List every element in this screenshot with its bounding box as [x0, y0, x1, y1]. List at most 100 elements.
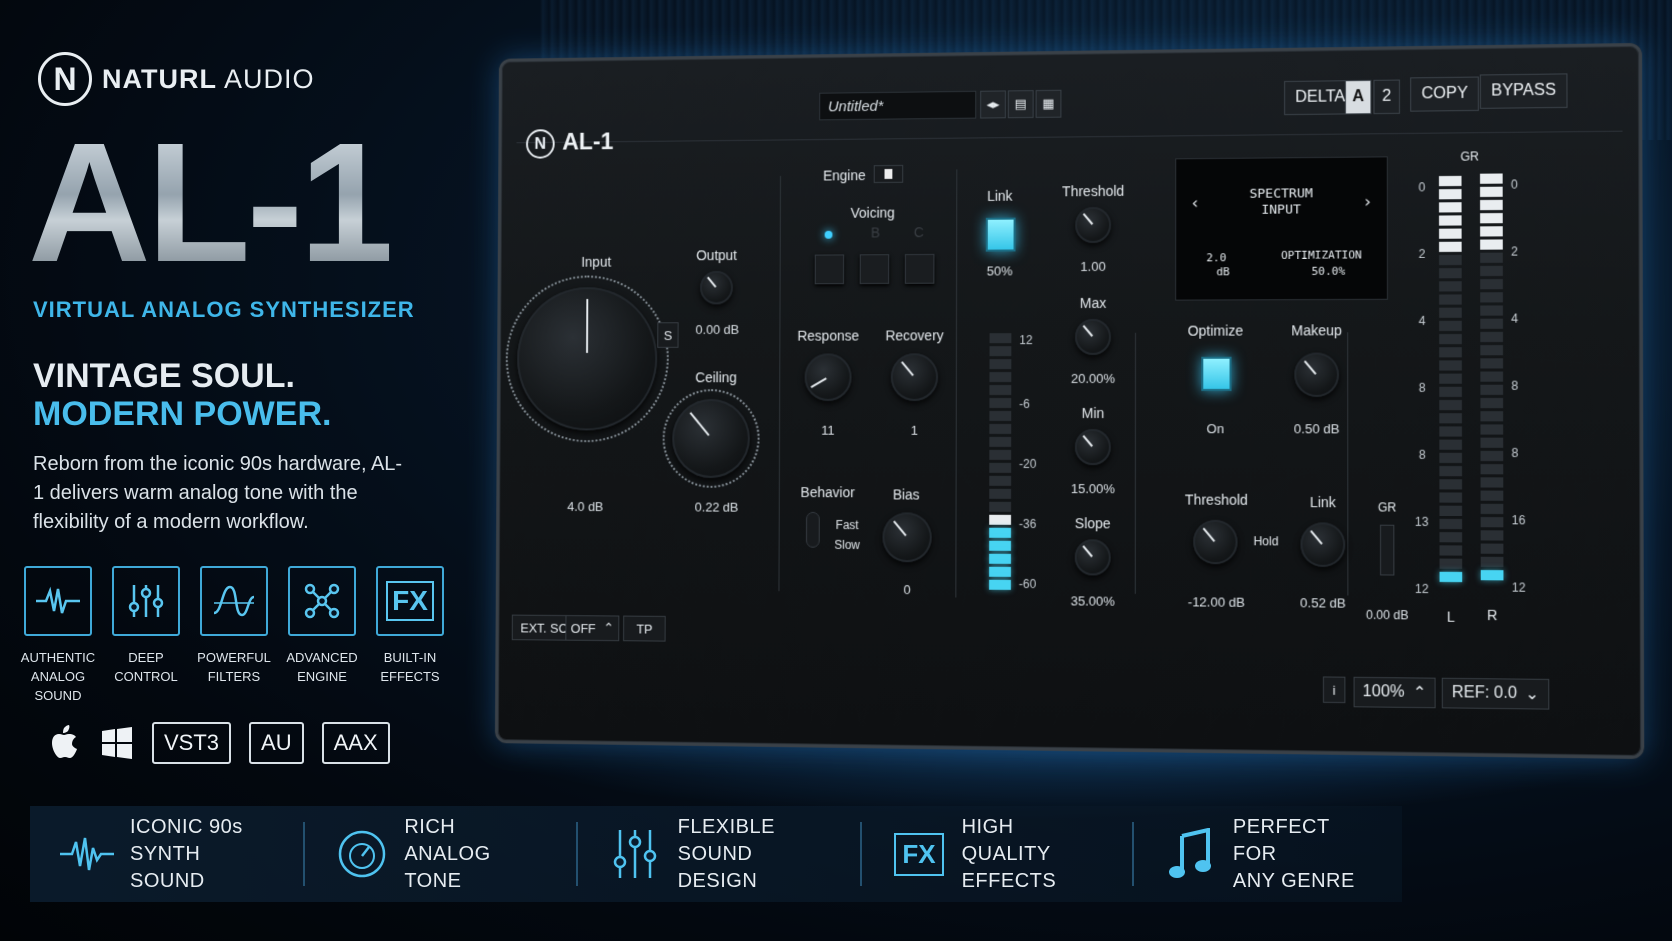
gr-fader-label: GR [1372, 500, 1403, 514]
input-label: Input [558, 254, 635, 270]
gr-scale-left: 4 [1419, 314, 1426, 328]
bottom-feature-text: FLEXIBLE [678, 814, 831, 841]
product-title: AL-1 [28, 118, 390, 288]
spectrum-display: ‹ › SPECTRUM INPUT 2.0 dB OPTIMIZATION 5… [1175, 156, 1388, 300]
voicing-a-button[interactable] [815, 254, 844, 284]
ceiling-knob[interactable] [672, 399, 750, 478]
makeup-knob[interactable] [1294, 352, 1339, 396]
gr-scale-right: 8 [1511, 446, 1518, 460]
bias-knob[interactable] [882, 512, 931, 562]
max-label: Max [1053, 295, 1133, 311]
gr-meter-title: GR [1449, 149, 1490, 164]
gr-scale-left: 8 [1419, 448, 1426, 462]
copy-button[interactable]: COPY [1410, 77, 1479, 112]
info-button[interactable]: i [1323, 676, 1345, 703]
link2-knob[interactable] [1300, 522, 1345, 567]
chevron-down-icon: ⌄ [1525, 684, 1539, 705]
output-label: Output [683, 247, 751, 263]
waveform-icon [24, 566, 92, 636]
link-toggle[interactable] [986, 218, 1016, 252]
optimize-label: Optimize [1175, 322, 1256, 338]
input-knob[interactable] [517, 287, 658, 431]
tagline-line2: MODERN POWER. [33, 395, 331, 434]
display-left-value: 2.0 [1206, 251, 1226, 264]
feature-label: POWERFUL [197, 648, 271, 667]
threshold-knob[interactable] [1075, 207, 1111, 243]
output-knob[interactable] [700, 271, 733, 305]
gr-fader[interactable] [1380, 525, 1394, 576]
voicing-c-button[interactable] [905, 254, 935, 284]
feature-label: ADVANCED [286, 648, 357, 667]
link-scale-label: -20 [1019, 457, 1036, 471]
min-knob[interactable] [1075, 429, 1111, 465]
ceiling-value: 0.22 dB [678, 500, 756, 515]
max-knob[interactable] [1075, 319, 1111, 355]
makeup-value: 0.50 dB [1276, 421, 1357, 436]
preset-b-button[interactable]: 2 [1373, 80, 1400, 115]
save-icon[interactable]: ▤ [1008, 90, 1034, 118]
preset-name-field[interactable]: Untitled* [819, 91, 976, 121]
display-right-label: OPTIMIZATION [1281, 248, 1362, 262]
tp-button[interactable]: TP [623, 616, 666, 642]
gr-channel-r: R [1481, 607, 1504, 624]
response-value: 11 [804, 423, 851, 438]
behavior-switch[interactable] [806, 512, 820, 548]
engine-toggle[interactable] [874, 165, 903, 183]
save-as-icon[interactable]: ▦ [1036, 90, 1062, 118]
optimize-toggle[interactable] [1201, 357, 1231, 391]
voicing-b-button[interactable] [860, 254, 890, 284]
format-vst3: VST3 [152, 722, 231, 764]
brand: N NATURL AUDIO [38, 52, 315, 106]
link-meter [989, 333, 1011, 590]
gr-scale-right: 8 [1511, 379, 1518, 393]
threshold2-value: -12.00 dB [1171, 594, 1262, 610]
gr-channel-l: L [1440, 608, 1463, 624]
tagline-line1: VINTAGE SOUL. [33, 357, 295, 396]
brand-name: NATURL AUDIO [102, 64, 315, 95]
gr-scale-right: 16 [1512, 513, 1526, 527]
product-subtitle: VIRTUAL ANALOG SYNTHESIZER [33, 297, 415, 323]
recovery-label: Recovery [875, 327, 954, 343]
recovery-knob[interactable] [891, 353, 938, 401]
display-title: SPECTRUM [1176, 186, 1387, 203]
apple-icon [48, 725, 82, 761]
voicing-a-led [825, 231, 833, 239]
music-note-icon [1164, 826, 1217, 882]
response-knob[interactable] [805, 353, 852, 401]
bottom-feature-item: FLEXIBLE SOUND DESIGN [578, 822, 862, 886]
input-value: 4.0 dB [547, 499, 624, 514]
off-dropdown[interactable]: OFF ⌃ [565, 615, 619, 641]
section-divider [1135, 333, 1136, 594]
bypass-button[interactable]: BYPASS [1480, 73, 1568, 109]
windows-icon [100, 725, 134, 761]
format-au: AU [249, 722, 304, 764]
plugin-name: AL-1 [562, 129, 613, 157]
sidechain-s-button[interactable]: S [657, 322, 678, 348]
link-value: 50% [980, 263, 1020, 278]
gr-scale-left: 8 [1419, 381, 1426, 395]
bottom-feature-text: ANY GENRE [1233, 868, 1372, 895]
link2-value: 0.52 dB [1282, 595, 1364, 611]
feature-label: DEEP [114, 648, 178, 667]
waveform-icon [60, 826, 114, 882]
slope-knob[interactable] [1075, 539, 1111, 575]
preset-a-button[interactable]: A [1345, 80, 1371, 115]
threshold-value: 1.00 [1053, 259, 1133, 274]
gr-scale-left: 2 [1419, 247, 1426, 261]
ref-dropdown[interactable]: REF: 0.0 ⌄ [1442, 678, 1550, 710]
link-scale-label: -36 [1019, 517, 1036, 531]
network-icon [288, 566, 356, 636]
gr-fader-value: 0.00 dB [1360, 608, 1415, 623]
threshold2-knob[interactable] [1193, 520, 1237, 565]
bottom-feature-bar: ICONIC 90s SYNTH SOUND RICH ANALOG TONE FL… [30, 806, 1402, 902]
link-scale-label: -60 [1019, 577, 1036, 591]
threshold2-label: Threshold [1171, 491, 1262, 507]
feature-list: AUTHENTIC ANALOG SOUND DEEP CONTROL POWERF… [14, 566, 454, 705]
min-label: Min [1053, 405, 1133, 421]
bottom-feature-text: RICH [404, 814, 546, 841]
preset-nav-icon[interactable]: ◂▸ [980, 90, 1006, 118]
feature-label: EFFECTS [380, 667, 439, 686]
zoom-dropdown[interactable]: 100% ⌃ [1354, 677, 1436, 708]
bias-value: 0 [882, 582, 931, 597]
gr-scale-right: 4 [1511, 311, 1518, 325]
